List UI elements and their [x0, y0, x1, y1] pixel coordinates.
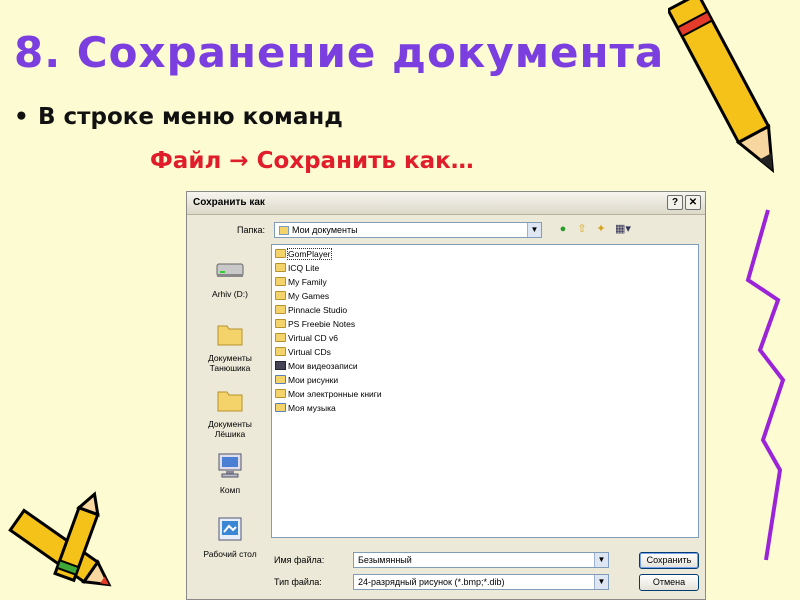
place-label: Комп — [219, 485, 241, 495]
folder-icon — [275, 263, 286, 273]
file-name: Моя музыка — [288, 403, 336, 413]
bullet-text: В строке меню команд — [38, 104, 343, 130]
back-icon[interactable]: ● — [555, 222, 571, 236]
list-item[interactable]: Pinnacle Studio — [275, 304, 347, 317]
file-name: My Family — [288, 277, 327, 287]
new-folder-icon[interactable]: ✦ — [593, 222, 609, 236]
folder-icon — [275, 291, 286, 301]
help-button[interactable]: ? — [667, 195, 683, 210]
folder-select[interactable]: Мои документы ▼ — [274, 222, 542, 238]
folder-label: Папка: — [237, 225, 265, 235]
my-documents-icon — [279, 226, 289, 236]
file-name: GomPlayer — [287, 248, 332, 260]
chevron-down-icon[interactable]: ▼ — [594, 575, 608, 589]
chevron-down-icon[interactable]: ▼ — [594, 553, 608, 567]
video-folder-icon — [275, 361, 286, 371]
file-name: Pinnacle Studio — [288, 305, 348, 315]
place-label: Документы Танюшика — [208, 353, 252, 373]
place-docs-2[interactable]: Документы Лёшика — [195, 384, 265, 439]
computer-icon — [214, 450, 246, 482]
filetype-value: 24-разрядный рисунок (*.bmp;*.dib) — [358, 577, 505, 587]
list-item[interactable]: My Games — [275, 290, 329, 303]
folder-icon — [275, 389, 286, 399]
dialog-title: Сохранить как — [193, 197, 265, 208]
list-item[interactable]: My Family — [275, 276, 327, 289]
filename-field[interactable]: Безымянный ▼ — [353, 552, 609, 568]
place-label: Arhiv (D:) — [212, 289, 248, 299]
save-button[interactable]: Сохранить — [639, 552, 699, 569]
folder-value-text: Мои документы — [292, 225, 358, 235]
list-item[interactable]: PS Freebie Notes — [275, 318, 355, 331]
file-name: My Games — [288, 291, 330, 301]
list-item[interactable]: Virtual CD v6 — [275, 332, 338, 345]
place-docs-1[interactable]: Документы Танюшика — [195, 318, 265, 373]
list-item[interactable]: Мои электронные книги — [275, 388, 382, 401]
folder-icon — [275, 277, 286, 287]
up-folder-icon[interactable]: ⇧ — [574, 222, 590, 236]
filetype-select[interactable]: 24-разрядный рисунок (*.bmp;*.dib) ▼ — [353, 574, 609, 590]
drive-icon — [214, 254, 246, 286]
filename-value: Безымянный — [358, 555, 412, 565]
place-label: Рабочий стол — [203, 549, 257, 559]
slide-title: 8. Сохранение документа — [14, 28, 665, 77]
cancel-button[interactable]: Отмена — [639, 574, 699, 591]
place-desktop[interactable]: Рабочий стол — [195, 514, 265, 559]
folder-icon — [275, 249, 286, 259]
file-name: Virtual CD v6 — [288, 333, 338, 343]
pictures-folder-icon — [275, 375, 286, 385]
folder-icon — [275, 347, 286, 357]
filetype-label: Тип файла: — [274, 577, 322, 587]
folder-icon — [275, 319, 286, 329]
menu-path: Файл → Сохранить как… — [150, 148, 474, 174]
folder-value: Мои документы — [279, 225, 358, 236]
file-name: PS Freebie Notes — [288, 319, 356, 329]
folder-icon — [214, 318, 246, 350]
file-list[interactable]: GomPlayer ICQ Lite My Family My Games Pi… — [271, 244, 699, 538]
music-folder-icon — [275, 403, 286, 413]
list-item[interactable]: Мои видеозаписи — [275, 360, 358, 373]
folder-icon — [275, 333, 286, 343]
place-label: Документы Лёшика — [208, 419, 252, 439]
places-bar: Arhiv (D:) Документы Танюшика Документы … — [195, 244, 265, 574]
folder-icon — [214, 384, 246, 416]
save-as-dialog: Сохранить как ? ✕ Папка: Мои документы ▼… — [186, 191, 706, 600]
close-button[interactable]: ✕ — [685, 195, 701, 210]
list-item[interactable]: Virtual CDs — [275, 346, 331, 359]
bullet-line: • В строке меню команд — [14, 104, 343, 130]
file-name: ICQ Lite — [288, 263, 320, 273]
crayons-icon — [8, 491, 112, 587]
file-name: Мои видеозаписи — [288, 361, 358, 371]
file-name: Мои рисунки — [288, 375, 339, 385]
view-menu-icon[interactable]: ▦▾ — [612, 222, 634, 236]
list-item[interactable]: GomPlayer — [275, 248, 332, 261]
list-item[interactable]: Моя музыка — [275, 402, 336, 415]
place-computer[interactable]: Комп — [195, 450, 265, 495]
file-name: Virtual CDs — [288, 347, 331, 357]
chevron-down-icon[interactable]: ▼ — [527, 223, 541, 237]
list-item[interactable]: Мои рисунки — [275, 374, 338, 387]
bullet-dot: • — [14, 104, 29, 130]
file-name: Мои электронные книги — [288, 389, 382, 399]
dialog-titlebar[interactable]: Сохранить как ? ✕ — [187, 192, 705, 215]
list-item[interactable]: ICQ Lite — [275, 262, 319, 275]
desktop-icon — [214, 514, 246, 546]
folder-icon — [275, 305, 286, 315]
place-drive[interactable]: Arhiv (D:) — [195, 254, 265, 299]
filename-label: Имя файла: — [274, 555, 325, 565]
